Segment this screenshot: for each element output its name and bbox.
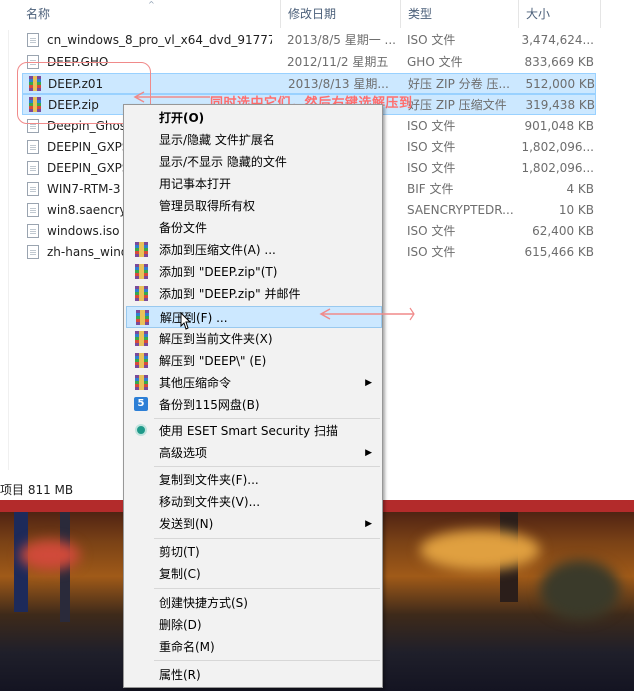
file-date: 2012/11/2 星期五 (287, 55, 389, 69)
file-size: 833,669 KB (524, 55, 594, 69)
menu-separator (154, 418, 380, 419)
file-icon (27, 140, 41, 155)
winrar-icon (134, 264, 150, 280)
cloud-115-icon: 5 (134, 397, 150, 413)
submenu-arrow-icon: ▶ (365, 519, 372, 529)
menu-item-backup-115[interactable]: 5 备份到115网盘(B) (126, 394, 380, 416)
arrow-icon (133, 91, 210, 103)
file-size: 3,474,624... (521, 33, 594, 47)
menu-item-properties[interactable]: 属性(R) (126, 664, 380, 686)
menu-item-backup-file[interactable]: 备份文件 (126, 217, 380, 239)
menu-item-add-deep-zip-mail[interactable]: 添加到 "DEEP.zip" 并邮件 (126, 283, 380, 305)
menu-item-advanced[interactable]: 高级选项 ▶ (126, 442, 380, 464)
menu-item-add-deep-zip[interactable]: 添加到 "DEEP.zip"(T) (126, 261, 380, 283)
sort-up-icon: ^ (148, 0, 155, 9)
menu-item-delete[interactable]: 删除(D) (126, 614, 380, 636)
column-divider[interactable] (600, 0, 601, 28)
menu-item-open[interactable]: 打开(O) (126, 107, 380, 129)
file-icon (27, 224, 41, 239)
file-type: 好压 ZIP 压缩文件 (408, 98, 507, 112)
menu-item-toggle-hidden[interactable]: 显示/不显示 隐藏的文件 (126, 151, 380, 173)
menu-separator (154, 538, 380, 539)
column-header-date[interactable]: 修改日期 (280, 0, 400, 28)
file-size: 1,802,096... (521, 140, 594, 154)
eset-icon (134, 423, 150, 439)
file-type: BIF 文件 (407, 182, 454, 196)
winrar-icon (135, 310, 151, 326)
menu-item-send-to[interactable]: 发送到(N) ▶ (126, 513, 380, 535)
menu-item-extract-deep[interactable]: 解压到 "DEEP\" (E) (126, 350, 380, 372)
file-type: SAENCRYPTEDR... (407, 203, 514, 217)
menu-item-add-archive[interactable]: 添加到压缩文件(A) ... (126, 239, 380, 261)
file-type: ISO 文件 (407, 161, 456, 175)
file-size: 901,048 KB (524, 119, 594, 133)
file-date: 2013/8/5 星期一 ... (287, 33, 396, 47)
file-size: 4 KB (566, 182, 594, 196)
menu-item-toggle-ext[interactable]: 显示/隐藏 文件扩展名 (126, 129, 380, 151)
menu-item-copy-to[interactable]: 复制到文件夹(F)... (126, 469, 380, 491)
file-type: 好压 ZIP 分卷 压... (408, 77, 510, 91)
menu-item-create-shortcut[interactable]: 创建快捷方式(S) (126, 592, 380, 614)
file-type: ISO 文件 (407, 245, 456, 259)
menu-separator (154, 660, 380, 661)
file-type: ISO 文件 (407, 224, 456, 238)
file-type: GHO 文件 (407, 55, 463, 69)
context-menu: 打开(O) 显示/隐藏 文件扩展名 显示/不显示 隐藏的文件 用记事本打开 管理… (123, 104, 383, 688)
menu-item-cut[interactable]: 剪切(T) (126, 541, 380, 563)
file-size: 319,438 KB (525, 98, 595, 112)
menu-item-notepad[interactable]: 用记事本打开 (126, 173, 380, 195)
menu-item-extract-here[interactable]: 解压到当前文件夹(X) (126, 328, 380, 350)
menu-item-move-to[interactable]: 移动到文件夹(V)... (126, 491, 380, 513)
file-size: 1,802,096... (521, 161, 594, 175)
file-icon (27, 203, 41, 218)
file-name: cn_windows_8_pro_vl_x64_dvd_91777... (47, 33, 272, 47)
file-size: 512,000 KB (525, 77, 595, 91)
winrar-icon (134, 286, 150, 302)
submenu-arrow-icon: ▶ (365, 378, 372, 388)
submenu-arrow-icon: ▶ (365, 448, 372, 458)
file-type: ISO 文件 (407, 140, 456, 154)
status-text: 项目 811 MB (0, 483, 74, 497)
menu-item-copy[interactable]: 复制(C) (126, 563, 380, 585)
mouse-cursor-icon (180, 312, 192, 330)
menu-item-take-ownership[interactable]: 管理员取得所有权 (126, 195, 380, 217)
menu-item-rename[interactable]: 重命名(M) (126, 636, 380, 658)
file-type: ISO 文件 (407, 33, 456, 47)
file-icon (27, 161, 41, 176)
file-icon (27, 245, 41, 260)
column-header-type[interactable]: 类型 (400, 0, 518, 28)
winrar-icon (134, 331, 150, 347)
file-size: 615,466 KB (524, 245, 594, 259)
column-header-size[interactable]: 大小 (518, 0, 600, 28)
arrow-icon (319, 307, 415, 321)
winrar-icon (134, 242, 150, 258)
menu-item-other-compress[interactable]: 其他压缩命令 ▶ (126, 372, 380, 394)
file-icon (27, 33, 41, 48)
winrar-icon (134, 375, 150, 391)
menu-separator (154, 588, 380, 589)
menu-separator (154, 466, 380, 467)
file-size: 62,400 KB (532, 224, 594, 238)
menu-item-eset-scan[interactable]: 使用 ESET Smart Security 扫描 (126, 420, 380, 442)
file-row[interactable]: cn_windows_8_pro_vl_x64_dvd_91777... 201… (0, 30, 600, 51)
winrar-icon (134, 353, 150, 369)
file-type: ISO 文件 (407, 119, 456, 133)
file-size: 10 KB (558, 203, 594, 217)
file-icon (27, 182, 41, 197)
